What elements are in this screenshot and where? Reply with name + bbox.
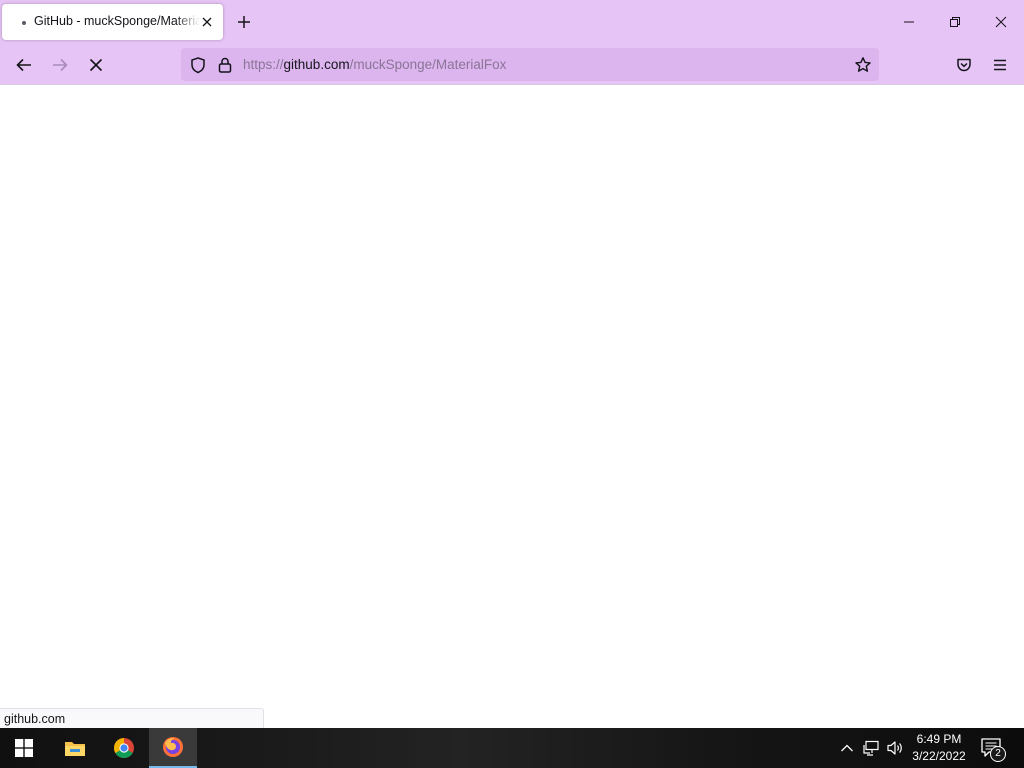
browser-tab[interactable]: GitHub - muckSponge/MaterialFox xyxy=(2,4,223,40)
url-text[interactable]: https://github.com/muckSponge/MaterialFo… xyxy=(243,57,506,72)
page-content-area xyxy=(0,86,1024,728)
new-tab-icon[interactable] xyxy=(234,12,254,32)
navigation-toolbar: https://github.com/muckSponge/MaterialFo… xyxy=(0,44,1024,85)
network-icon xyxy=(863,740,879,756)
hamburger-menu-icon xyxy=(994,59,1006,71)
volume-icon xyxy=(887,741,902,755)
taskbar-firefox[interactable] xyxy=(149,728,197,768)
tab-loading-dot-icon xyxy=(22,21,26,25)
restore-button[interactable] xyxy=(932,0,978,44)
windows-taskbar: 6:49 PM 3/22/2022 2 xyxy=(0,728,1024,768)
taskbar-clock[interactable]: 6:49 PM 3/22/2022 xyxy=(904,731,974,765)
app-menu-button[interactable] xyxy=(987,52,1013,78)
chrome-icon xyxy=(114,738,134,758)
windows-start-icon xyxy=(15,739,33,757)
tab-strip: GitHub - muckSponge/MaterialFox xyxy=(0,0,1024,44)
clock-time: 6:49 PM xyxy=(916,732,962,746)
taskbar-chrome[interactable] xyxy=(100,728,148,768)
minimize-icon xyxy=(904,21,914,23)
notification-count-badge: 2 xyxy=(990,746,1006,762)
pocket-button[interactable] xyxy=(951,52,977,78)
status-panel: github.com xyxy=(0,708,264,729)
stop-button[interactable] xyxy=(83,52,109,78)
tab-title: GitHub - muckSponge/MaterialFox xyxy=(34,14,200,28)
close-icon xyxy=(995,16,1007,28)
start-button[interactable] xyxy=(0,728,48,768)
minimize-button[interactable] xyxy=(886,0,932,44)
pocket-icon xyxy=(957,58,971,72)
restore-icon xyxy=(950,17,960,27)
tab-close-icon[interactable] xyxy=(200,15,214,29)
stop-loading-icon xyxy=(89,58,103,72)
url-host: github.com xyxy=(283,57,350,72)
bookmark-star-icon[interactable] xyxy=(854,56,872,74)
shield-icon[interactable] xyxy=(189,56,207,74)
status-url-text: github.com xyxy=(4,712,66,726)
back-arrow-icon xyxy=(16,58,31,72)
forward-arrow-icon xyxy=(53,58,68,72)
firefox-icon xyxy=(163,737,183,757)
taskbar-file-explorer[interactable] xyxy=(51,728,99,768)
lock-icon[interactable] xyxy=(216,56,234,74)
url-scheme: https:// xyxy=(243,57,284,72)
file-explorer-icon xyxy=(65,742,85,756)
back-button[interactable] xyxy=(11,52,37,78)
chevron-up-icon xyxy=(841,744,853,752)
url-bar[interactable]: https://github.com/muckSponge/MaterialFo… xyxy=(181,48,879,81)
forward-button[interactable] xyxy=(47,52,73,78)
volume-tray-button[interactable] xyxy=(885,738,905,758)
window-close-button[interactable] xyxy=(978,0,1024,44)
tray-overflow-button[interactable] xyxy=(837,738,857,758)
url-path: /muckSponge/MaterialFox xyxy=(349,57,507,72)
clock-date: 3/22/2022 xyxy=(912,749,966,763)
network-tray-button[interactable] xyxy=(861,738,881,758)
